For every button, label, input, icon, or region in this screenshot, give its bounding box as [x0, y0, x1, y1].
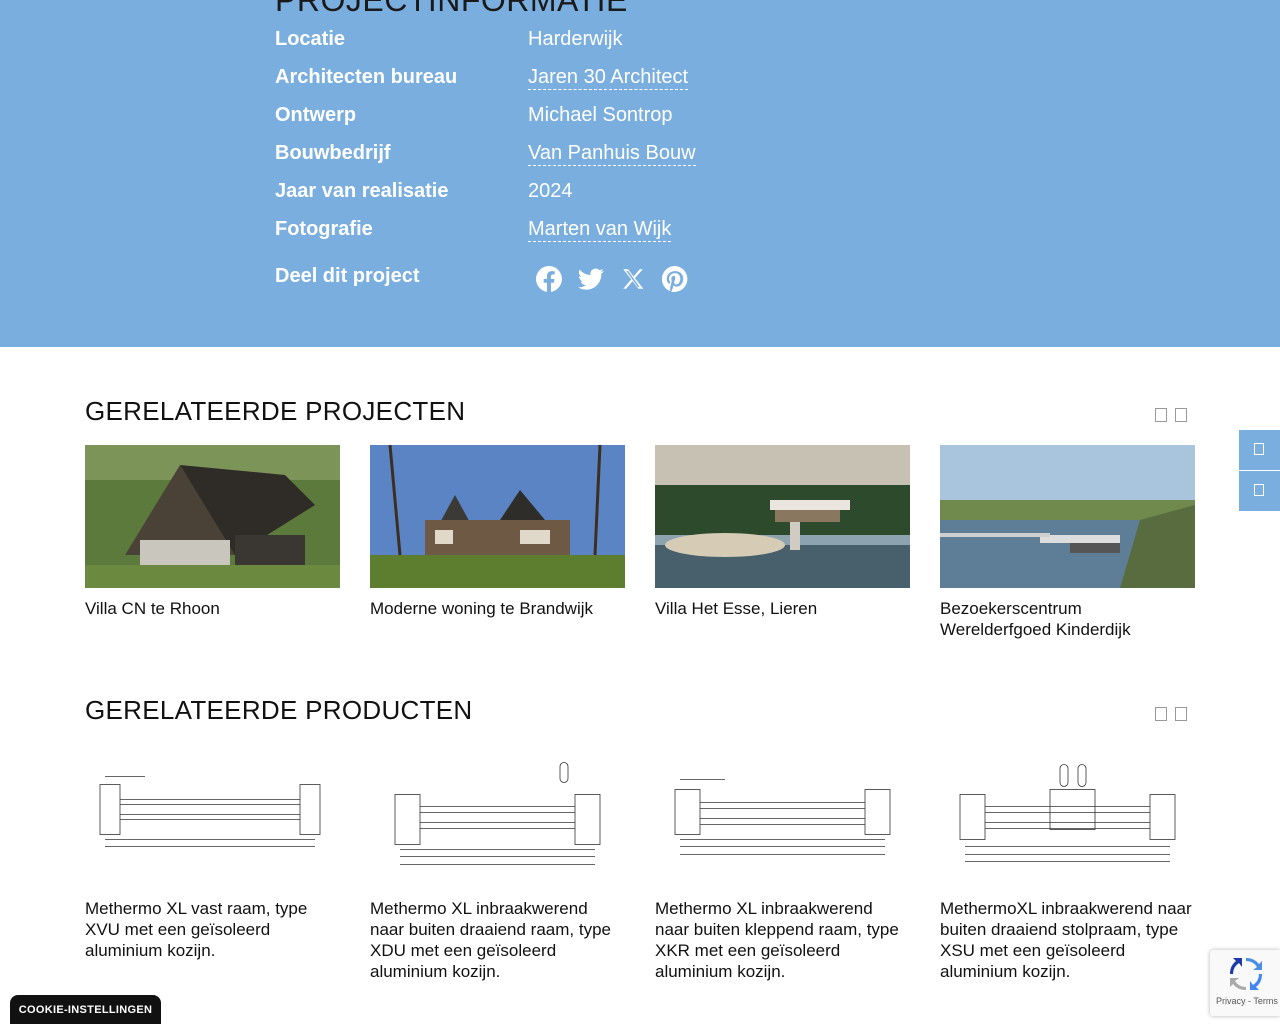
cookie-settings-button[interactable]: COOKIE-INSTELLINGEN	[10, 995, 161, 1024]
project-image[interactable]	[370, 445, 625, 588]
info-row-bouwbedrijf: Bouwbedrijf Van Panhuis Bouw	[275, 142, 975, 172]
product-drawing[interactable]	[940, 748, 1195, 878]
product-card[interactable]: MethermoXL inbraakwerend naar buiten dra…	[940, 748, 1195, 982]
info-label: Architecten bureau	[275, 66, 458, 88]
info-row-fotografie: Fotografie Marten van Wijk	[275, 218, 975, 248]
project-image[interactable]	[940, 445, 1195, 588]
prev-arrow-icon[interactable]	[1155, 707, 1167, 721]
fotografie-link[interactable]: Marten van Wijk	[528, 218, 672, 242]
side-action-icon	[1254, 443, 1264, 455]
product-caption[interactable]: Methermo XL inbraakwerend naar buiten dr…	[370, 898, 625, 982]
twitter-icon[interactable]	[578, 266, 604, 292]
info-row-jaar: Jaar van realisatie 2024	[275, 180, 975, 210]
info-value: 2024	[528, 180, 573, 202]
product-caption[interactable]: Methermo XL inbraakwerend naar buiten kl…	[655, 898, 910, 982]
project-caption[interactable]: Villa Het Esse, Lieren	[655, 598, 910, 619]
project-image[interactable]	[655, 445, 910, 588]
project-info-title: PROJECTINFORMATIE	[275, 0, 628, 18]
project-caption[interactable]: Moderne woning te Brandwijk	[370, 598, 625, 619]
next-arrow-icon[interactable]	[1175, 707, 1187, 721]
info-row-architect: Architecten bureau Jaren 30 Architect	[275, 66, 975, 96]
next-arrow-icon[interactable]	[1175, 408, 1187, 422]
side-action-icon	[1254, 484, 1264, 496]
info-label: Jaar van realisatie	[275, 180, 449, 202]
project-image[interactable]	[85, 445, 340, 588]
project-card[interactable]: Villa Het Esse, Lieren	[655, 445, 910, 619]
share-label: Deel dit project	[275, 265, 420, 287]
recaptcha-badge[interactable]: Privacy - Terms	[1210, 950, 1280, 1016]
product-caption[interactable]: Methermo XL vast raam, type XVU met een …	[85, 898, 340, 961]
project-card[interactable]: Moderne woning te Brandwijk	[370, 445, 625, 619]
related-projects-title: GERELATEERDE PROJECTEN	[85, 396, 466, 426]
prev-arrow-icon[interactable]	[1155, 408, 1167, 422]
project-caption[interactable]: Bezoekerscentrum Werelderfgoed Kinderdij…	[940, 598, 1195, 640]
products-carousel-nav	[1155, 707, 1187, 721]
product-card[interactable]: Methermo XL inbraakwerend naar buiten dr…	[370, 748, 625, 982]
privacy-link[interactable]: Privacy	[1216, 996, 1246, 1006]
related-products-title: GERELATEERDE PRODUCTEN	[85, 695, 473, 725]
product-card[interactable]: Methermo XL vast raam, type XVU met een …	[85, 748, 340, 961]
project-caption[interactable]: Villa CN te Rhoon	[85, 598, 340, 619]
bouwbedrijf-link[interactable]: Van Panhuis Bouw	[528, 142, 696, 166]
projects-carousel-nav	[1155, 408, 1187, 422]
terms-link[interactable]: Terms	[1253, 996, 1278, 1006]
recaptcha-links: Privacy - Terms	[1216, 996, 1278, 1006]
product-caption[interactable]: MethermoXL inbraakwerend naar buiten dra…	[940, 898, 1195, 982]
info-row-ontwerp: Ontwerp Michael Sontrop	[275, 104, 975, 134]
product-drawing[interactable]	[655, 748, 910, 878]
x-icon[interactable]	[620, 266, 646, 292]
info-value: Harderwijk	[528, 28, 623, 50]
product-card[interactable]: Methermo XL inbraakwerend naar buiten kl…	[655, 748, 910, 982]
side-action-button[interactable]	[1239, 430, 1280, 470]
info-label: Fotografie	[275, 218, 373, 240]
pinterest-icon[interactable]	[661, 265, 688, 292]
info-value: Michael Sontrop	[528, 104, 673, 126]
product-drawing[interactable]	[370, 748, 625, 878]
architect-link[interactable]: Jaren 30 Architect	[528, 66, 689, 90]
product-drawing[interactable]	[85, 748, 340, 878]
share-icons	[535, 265, 688, 292]
info-label: Locatie	[275, 28, 346, 50]
project-info-section: PROJECTINFORMATIE Locatie Harderwijk Arc…	[0, 0, 1280, 347]
info-row-locatie: Locatie Harderwijk	[275, 28, 975, 58]
info-label: Ontwerp	[275, 104, 357, 126]
project-card[interactable]: Villa CN te Rhoon	[85, 445, 340, 619]
side-action-button[interactable]	[1239, 471, 1280, 511]
recaptcha-icon	[1230, 958, 1262, 990]
project-card[interactable]: Bezoekerscentrum Werelderfgoed Kinderdij…	[940, 445, 1195, 640]
facebook-icon[interactable]	[535, 266, 562, 292]
info-label: Bouwbedrijf	[275, 142, 391, 164]
